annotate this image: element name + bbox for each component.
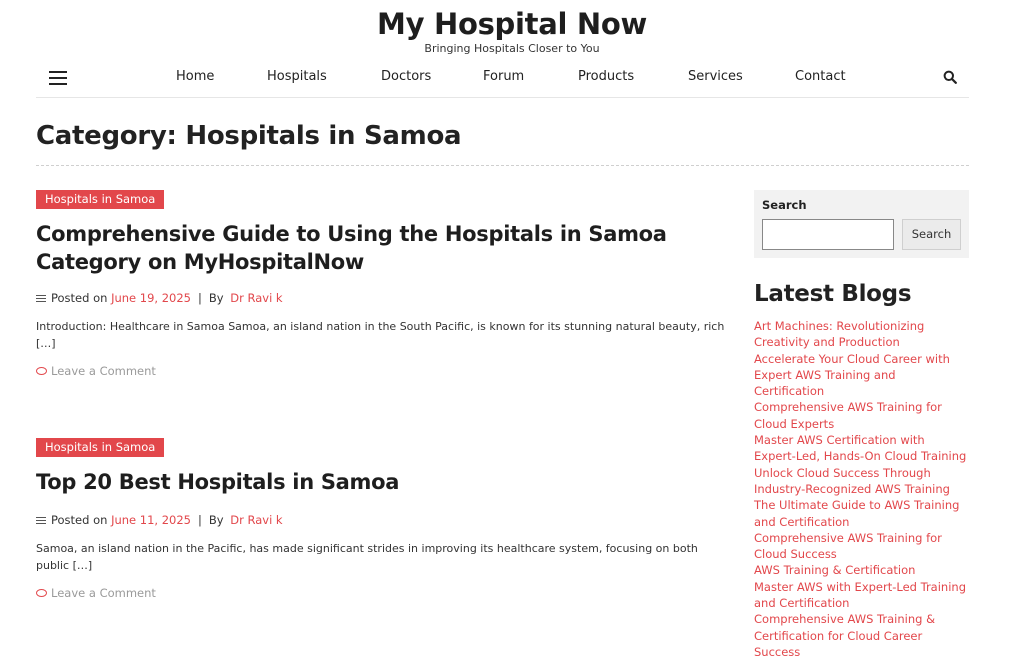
search-button[interactable]: Search <box>902 219 961 250</box>
latest-blog-link[interactable]: Comprehensive AWS Training & Certificati… <box>754 611 969 660</box>
meta-separator: | <box>198 513 202 527</box>
latest-blog-link[interactable]: Unlock Cloud Success Through Industry-Re… <box>754 465 969 498</box>
post-date[interactable]: June 19, 2025 <box>111 291 191 305</box>
latest-blog-link[interactable]: Comprehensive AWS Training for Cloud Suc… <box>754 530 969 563</box>
latest-blog-link[interactable]: Comprehensive AWS Training for Cloud Exp… <box>754 399 969 432</box>
nav-item-doctors[interactable]: Doctors <box>381 69 431 84</box>
nav-item-contact[interactable]: Contact <box>795 69 846 84</box>
latest-blogs-list: Art Machines: Revolutionizing Creativity… <box>754 318 969 660</box>
nav-item-forum[interactable]: Forum <box>483 69 524 84</box>
latest-blogs-title: Latest Blogs <box>754 281 912 307</box>
latest-blog-link[interactable]: The Ultimate Guide to AWS Training and C… <box>754 497 969 530</box>
latest-blog-link[interactable]: Accelerate Your Cloud Career with Expert… <box>754 351 969 400</box>
search-input[interactable] <box>762 219 894 250</box>
post-meta: Posted on June 19, 2025 | By Dr Ravi k <box>36 291 283 305</box>
site-header: My Hospital Now Bringing Hospitals Close… <box>0 0 1024 56</box>
nav-item-hospitals[interactable]: Hospitals <box>267 69 327 84</box>
main-navigation: Home Hospitals Doctors Forum Products Se… <box>36 62 969 98</box>
posted-on-label: Posted on <box>51 291 108 305</box>
leave-comment-link[interactable]: Leave a Comment <box>36 586 156 600</box>
meta-list-icon <box>36 515 46 526</box>
site-tagline: Bringing Hospitals Closer to You <box>424 42 600 55</box>
sidebar-search-widget: Search Search <box>754 190 969 258</box>
post-excerpt: Samoa, an island nation in the Pacific, … <box>36 542 698 572</box>
post-category-badge[interactable]: Hospitals in Samoa <box>36 438 165 457</box>
search-label: Search <box>762 198 807 212</box>
nav-item-home[interactable]: Home <box>176 69 214 84</box>
comment-icon <box>36 588 47 597</box>
latest-blog-link[interactable]: Art Machines: Revolutionizing Creativity… <box>754 318 969 351</box>
nav-item-products[interactable]: Products <box>578 69 634 84</box>
nav-item-services[interactable]: Services <box>688 69 743 84</box>
latest-blog-link[interactable]: Master AWS Certification with Expert-Led… <box>754 432 969 465</box>
post-title[interactable]: Top 20 Best Hospitals in Samoa <box>36 468 716 496</box>
posted-on-label: Posted on <box>51 513 108 527</box>
by-label: By <box>208 291 224 305</box>
by-label: By <box>208 513 224 527</box>
hamburger-menu-icon[interactable] <box>49 71 67 85</box>
post-author[interactable]: Dr Ravi k <box>230 291 282 305</box>
latest-blog-link[interactable]: AWS Training & Certification <box>754 562 969 578</box>
post-date[interactable]: June 11, 2025 <box>111 513 191 527</box>
meta-separator: | <box>198 291 202 305</box>
leave-comment-label[interactable]: Leave a Comment <box>51 586 156 600</box>
category-title: Category: Hospitals in Samoa <box>36 121 462 151</box>
leave-comment-label[interactable]: Leave a Comment <box>51 364 156 378</box>
latest-blog-link[interactable]: Master AWS with Expert-Led Training and … <box>754 579 969 612</box>
meta-list-icon <box>36 293 46 304</box>
post-title[interactable]: Comprehensive Guide to Using the Hospita… <box>36 220 716 276</box>
post-author[interactable]: Dr Ravi k <box>230 513 282 527</box>
post-meta: Posted on June 11, 2025 | By Dr Ravi k <box>36 513 283 527</box>
category-divider <box>36 165 969 166</box>
post-excerpt: Introduction: Healthcare in Samoa Samoa,… <box>36 320 725 350</box>
post-category-badge[interactable]: Hospitals in Samoa <box>36 190 165 209</box>
search-icon[interactable] <box>943 70 957 84</box>
comment-icon <box>36 366 47 375</box>
leave-comment-link[interactable]: Leave a Comment <box>36 364 156 378</box>
site-title[interactable]: My Hospital Now <box>0 6 1024 42</box>
